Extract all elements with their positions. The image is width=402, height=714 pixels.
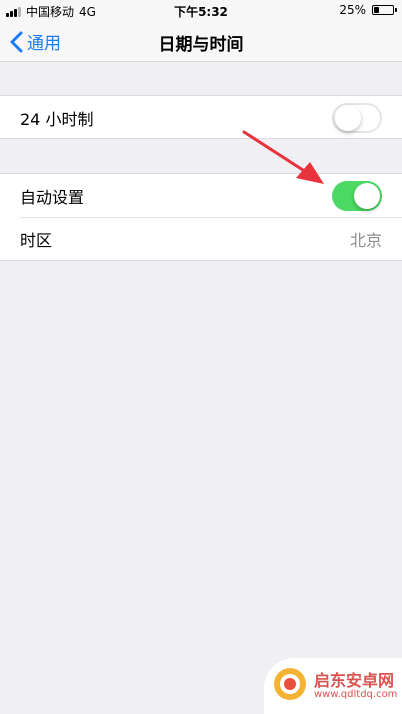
settings-group-format: 24 小时制 [0, 95, 402, 139]
toggle-24-hour[interactable] [332, 103, 382, 133]
page-title: 日期与时间 [158, 35, 244, 55]
toggle-knob [354, 183, 380, 209]
battery-percent: 25% [339, 3, 366, 17]
setting-label-timezone: 时区 [20, 230, 53, 250]
setting-row-24-hour: 24 小时制 [0, 96, 402, 139]
timezone-value: 北京 [349, 230, 382, 250]
setting-row-timezone[interactable]: 时区 北京 [0, 217, 402, 260]
watermark-text: 启东安卓网 www.qdltdq.com [314, 672, 397, 701]
watermark-title: 启东安卓网 [314, 670, 395, 690]
status-bar: 中国移动 4G 下午5:32 25% [0, 0, 402, 20]
status-right: 25% [339, 3, 397, 17]
nav-bar: 通用 日期与时间 [0, 20, 402, 62]
watermark-logo-icon [272, 666, 308, 706]
watermark-url: www.qdltdq.com [314, 689, 398, 701]
battery-icon [372, 5, 397, 15]
toggle-knob [335, 105, 361, 131]
setting-row-auto-set: 自动设置 [0, 174, 402, 217]
settings-group-auto: 自动设置 时区 北京 [0, 173, 402, 261]
battery-fill [374, 7, 379, 13]
annotation-arrow-icon [240, 128, 330, 192]
watermark: 启东安卓网 www.qdltdq.com [264, 658, 402, 714]
toggle-auto-set[interactable] [332, 181, 382, 211]
